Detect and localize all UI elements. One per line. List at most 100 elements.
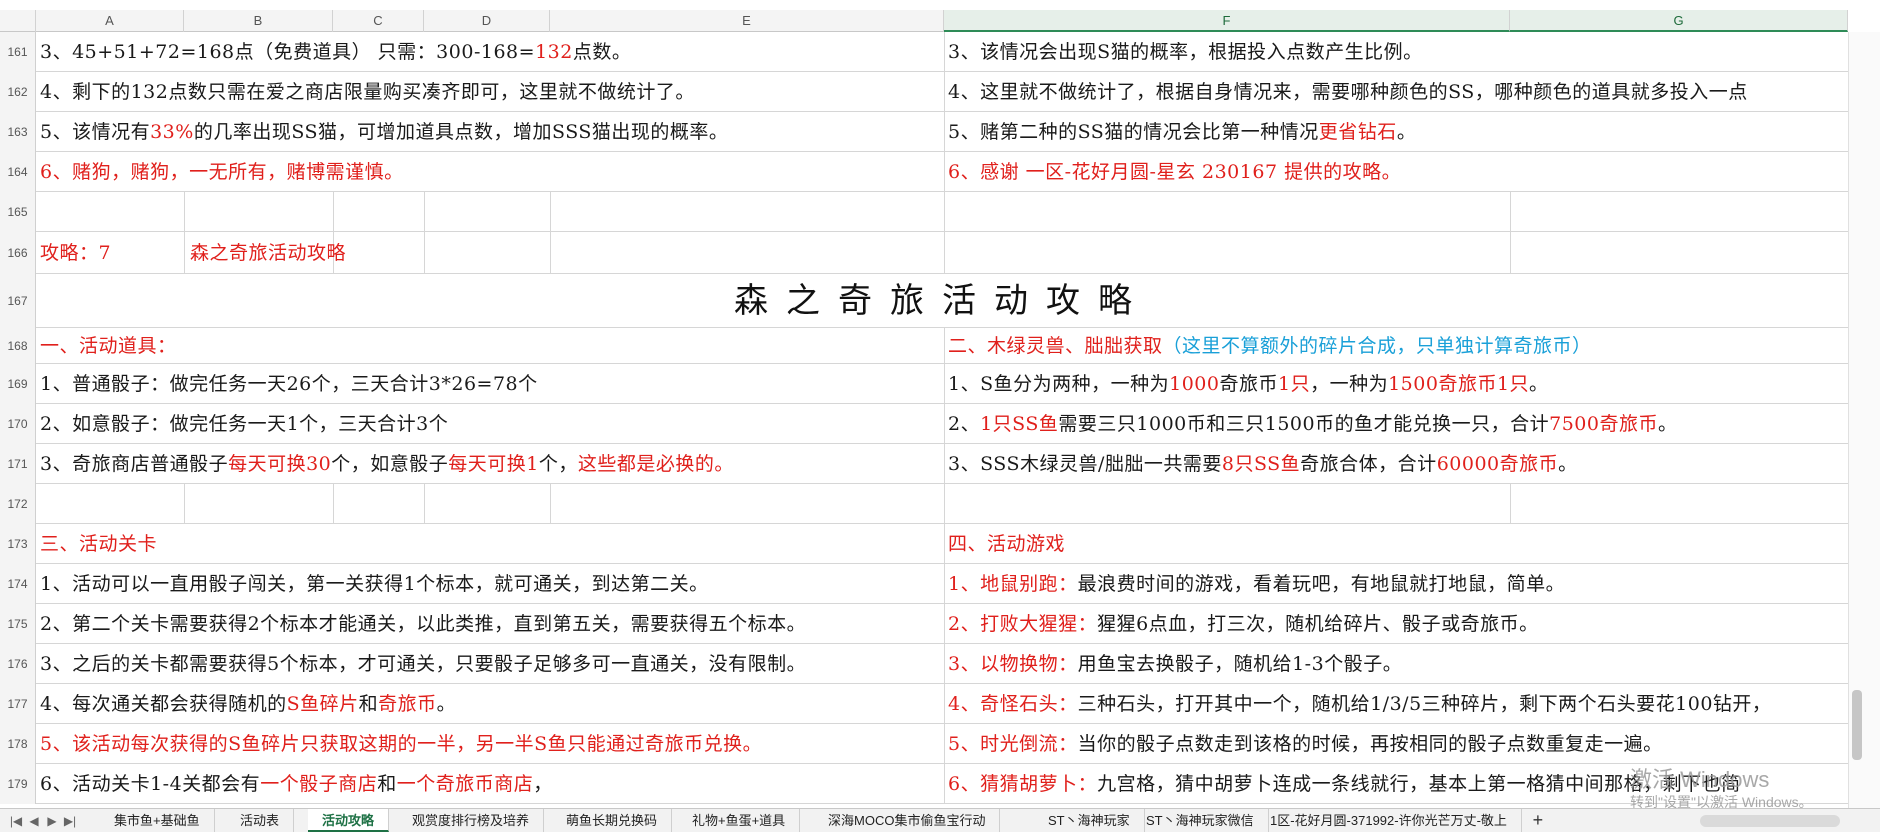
- cell-left-164[interactable]: 6、赌狗，赌狗，一无所有，赌博需谨慎。: [40, 162, 940, 182]
- row-header-163[interactable]: 163: [0, 112, 36, 152]
- row-header-161[interactable]: 161: [0, 32, 36, 72]
- cell-left-173[interactable]: 三、活动关卡: [40, 534, 940, 554]
- add-sheet-button[interactable]: +: [1526, 809, 1550, 832]
- row-header-172[interactable]: 172: [0, 484, 36, 524]
- cell-text: 三、活动关卡: [40, 534, 158, 554]
- cell-left-177[interactable]: 4、每次通关都会获得随机的S鱼碎片和奇旅币。: [40, 694, 940, 714]
- cell-text: 6、活动关卡1-4关都会有: [40, 774, 261, 794]
- column-header-f[interactable]: F: [944, 10, 1510, 32]
- sheet-tab[interactable]: 活动表: [226, 809, 295, 832]
- sheet-row[interactable]: 3、45+51+72=168点（免费道具） 只需：300-168=132点数。 3…: [36, 32, 1848, 72]
- cell-right-178[interactable]: 5、时光倒流：当你的骰子点数走到该格的时候，再按相同的骰子点数重复走一遍。: [948, 734, 1846, 754]
- sheet-row[interactable]: 1、普通骰子：做完任务一天26个，三天合计3*26=78个 1、S鱼分为两种，一种…: [36, 364, 1848, 404]
- sheet-row[interactable]: 6、赌狗，赌狗，一无所有，赌博需谨慎。 6、感谢 一区-花好月圆-星玄 23016…: [36, 152, 1848, 192]
- cell-left-178[interactable]: 5、该活动每次获得的S鱼碎片只获取这期的一半，另一半S鱼只能通过奇旅币兑换。: [40, 734, 940, 754]
- cell-right-173[interactable]: 四、活动游戏: [948, 534, 1846, 554]
- sheet-row[interactable]: [36, 484, 1848, 524]
- row-header-174[interactable]: 174: [0, 564, 36, 604]
- sheet-nav-button[interactable]: |◀: [8, 811, 24, 831]
- cell-right-163[interactable]: 5、赌第二种的SS猫的情况会比第一种情况更省钻石。: [948, 122, 1846, 142]
- sheet-nav-button[interactable]: ◀: [26, 811, 42, 831]
- sheet-row[interactable]: 4、每次通关都会获得随机的S鱼碎片和奇旅币。 4、奇怪石头：三种石头，打开其中一个…: [36, 684, 1848, 724]
- cell-right-169[interactable]: 1、S鱼分为两种，一种为1000奇旅币1只，一种为1500奇旅币1只。: [948, 374, 1846, 394]
- grid-line: [944, 404, 945, 444]
- row-header-171[interactable]: 171: [0, 444, 36, 484]
- row-header-173[interactable]: 173: [0, 524, 36, 564]
- row-header-177[interactable]: 177: [0, 684, 36, 724]
- row-header-175[interactable]: 175: [0, 604, 36, 644]
- cell-left-171[interactable]: 3、奇旅商店普通骰子每天可换30个，如意骰子每天可换1个，这些都是必换的。: [40, 454, 940, 474]
- cell-left-166[interactable]: 攻略：7: [40, 243, 180, 263]
- cell-right-168[interactable]: 二、木绿灵兽、朏朏获取（这里不算额外的碎片合成，只单独计算奇旅币）: [948, 336, 1846, 356]
- row-header-162[interactable]: 162: [0, 72, 36, 112]
- sheet-tab[interactable]: 礼物+鱼蛋+道具: [678, 809, 801, 832]
- sheet-tab[interactable]: 深海MOCO集市偷鱼宝行动: [814, 809, 1001, 832]
- row-header-170[interactable]: 170: [0, 404, 36, 444]
- cell-left-161[interactable]: 3、45+51+72=168点（免费道具） 只需：300-168=132点数。: [40, 42, 940, 62]
- row-header-169[interactable]: 169: [0, 364, 36, 404]
- cell-left-179[interactable]: 6、活动关卡1-4关都会有一个骰子商店和一个奇旅币商店，: [40, 774, 940, 794]
- sheet-tab[interactable]: 1区-花好月圆-371992-许你光芒万丈-敬上: [1256, 809, 1522, 832]
- sheet-row[interactable]: 3、奇旅商店普通骰子每天可换30个，如意骰子每天可换1个，这些都是必换的。 3、S…: [36, 444, 1848, 484]
- cell-text: 森之奇旅活动攻略: [190, 243, 347, 263]
- sheet-row[interactable]: 攻略：7 森之奇旅活动攻略: [36, 232, 1848, 274]
- horizontal-scrollbar[interactable]: [1700, 815, 1840, 827]
- select-all-corner[interactable]: [0, 10, 36, 32]
- sheet-nav-button[interactable]: ▶: [44, 811, 60, 831]
- sheet-tab[interactable]: ST丶海神玩家: [1034, 809, 1145, 832]
- sheet-row[interactable]: 2、如意骰子：做完任务一天1个，三天合计3个 2、1只SS鱼需要三只1000币和三…: [36, 404, 1848, 444]
- cell-right-175[interactable]: 2、打败大猩猩：猩猩6点血，打三次，随机给碎片、骰子或奇旅币。: [948, 614, 1846, 634]
- cell-left-162[interactable]: 4、剩下的132点数只需在爱之商店限量购买凑齐即可，这里就不做统计了。: [40, 82, 940, 102]
- sheet-row[interactable]: [36, 192, 1848, 232]
- cell-right-171[interactable]: 3、SSS木绿灵兽/朏朏一共需要8只SS鱼奇旅合体，合计60000奇旅币。: [948, 454, 1846, 474]
- sheet-nav-button[interactable]: ▶|: [62, 811, 78, 831]
- cell-text: 2、: [948, 414, 981, 434]
- row-header-166[interactable]: 166: [0, 232, 36, 274]
- sheet-row[interactable]: 3、之后的关卡都需要获得5个标本，才可通关，只要骰子足够多可一直通关，没有限制。…: [36, 644, 1848, 684]
- cell-left-170[interactable]: 2、如意骰子：做完任务一天1个，三天合计3个: [40, 414, 940, 434]
- row-header-167[interactable]: 167: [0, 274, 36, 328]
- cell-left-174[interactable]: 1、活动可以一直用骰子闯关，第一关获得1个标本，就可通关，到达第二关。: [40, 574, 940, 594]
- sheet-row[interactable]: 5、该活动每次获得的S鱼碎片只获取这期的一半，另一半S鱼只能通过奇旅币兑换。 5、…: [36, 724, 1848, 764]
- cell-left-163[interactable]: 5、该情况有33%的几率出现SS猫，可增加道具点数，增加SSS猫出现的概率。: [40, 122, 940, 142]
- cell-right-177[interactable]: 4、奇怪石头：三种石头，打开其中一个，随机给1/3/5三种碎片，剩下两个石头要花…: [948, 694, 1846, 714]
- cell-right-176[interactable]: 3、以物换物：用鱼宝去换骰子，随机给1-3个骰子。: [948, 654, 1846, 674]
- cell-b-166[interactable]: 森之奇旅活动攻略: [190, 243, 490, 263]
- cell-right-162[interactable]: 4、这里就不做统计了，根据自身情况来，需要哪种颜色的SS，哪种颜色的道具就多投入…: [948, 82, 1846, 102]
- cell-right-161[interactable]: 3、该情况会出现S猫的概率，根据投入点数产生比例。: [948, 42, 1846, 62]
- sheet-row[interactable]: 三、活动关卡 四、活动游戏: [36, 524, 1848, 564]
- row-header-179[interactable]: 179: [0, 764, 36, 804]
- cell-left-176[interactable]: 3、之后的关卡都需要获得5个标本，才可通关，只要骰子足够多可一直通关，没有限制。: [40, 654, 940, 674]
- sheet-tab[interactable]: 观赏度排行榜及培养: [398, 809, 545, 832]
- row-header-176[interactable]: 176: [0, 644, 36, 684]
- sheet-tab[interactable]: 活动攻略: [308, 809, 390, 832]
- column-header-g[interactable]: G: [1510, 10, 1848, 32]
- column-header-c[interactable]: C: [333, 10, 424, 32]
- sheet-row[interactable]: 一、活动道具： 二、木绿灵兽、朏朏获取（这里不算额外的碎片合成，只单独计算奇旅币）: [36, 328, 1848, 364]
- grid-line: [333, 484, 334, 524]
- row-header-168[interactable]: 168: [0, 328, 36, 364]
- sheet-tab[interactable]: 集市鱼+基础鱼: [100, 809, 215, 832]
- row-header-165[interactable]: 165: [0, 192, 36, 232]
- cell-right-164[interactable]: 6、感谢 一区-花好月圆-星玄 230167 提供的攻略。: [948, 162, 1846, 182]
- row-header-178[interactable]: 178: [0, 724, 36, 764]
- sheet-row[interactable]: 6、活动关卡1-4关都会有一个骰子商店和一个奇旅币商店， 6、猜猜胡萝卜：九宫格，…: [36, 764, 1848, 804]
- column-header-b[interactable]: B: [184, 10, 333, 32]
- sheet-row[interactable]: 2、第二个关卡需要获得2个标本才能通关，以此类推，直到第五关，需要获得五个标本。…: [36, 604, 1848, 644]
- column-header-a[interactable]: A: [36, 10, 184, 32]
- sheet-tab[interactable]: 萌鱼长期兑换码: [552, 809, 673, 832]
- sheet-row[interactable]: 1、活动可以一直用骰子闯关，第一关获得1个标本，就可通关，到达第二关。 1、地鼠别…: [36, 564, 1848, 604]
- cell-left-168[interactable]: 一、活动道具：: [40, 336, 940, 356]
- sheet-tab[interactable]: ST丶海神玩家微信: [1132, 809, 1269, 832]
- cell-right-170[interactable]: 2、1只SS鱼需要三只1000币和三只1500币的鱼才能兑换一只，合计7500奇…: [948, 414, 1846, 434]
- cell-left-169[interactable]: 1、普通骰子：做完任务一天26个，三天合计3*26=78个: [40, 374, 940, 394]
- column-header-d[interactable]: D: [424, 10, 550, 32]
- row-header-164[interactable]: 164: [0, 152, 36, 192]
- cell-right-174[interactable]: 1、地鼠别跑：最浪费时间的游戏，看着玩吧，有地鼠就打地鼠，简单。: [948, 574, 1846, 594]
- sheet-row[interactable]: 5、该情况有33%的几率出现SS猫，可增加道具点数，增加SSS猫出现的概率。 5、…: [36, 112, 1848, 152]
- sheet-row[interactable]: 森之奇旅活动攻略: [36, 274, 1848, 328]
- cell-left-175[interactable]: 2、第二个关卡需要获得2个标本才能通关，以此类推，直到第五关，需要获得五个标本。: [40, 614, 940, 634]
- sheet-row[interactable]: 4、剩下的132点数只需在爱之商店限量购买凑齐即可，这里就不做统计了。 4、这里就…: [36, 72, 1848, 112]
- vertical-scroll-thumb[interactable]: [1852, 690, 1862, 760]
- column-header-e[interactable]: E: [550, 10, 944, 32]
